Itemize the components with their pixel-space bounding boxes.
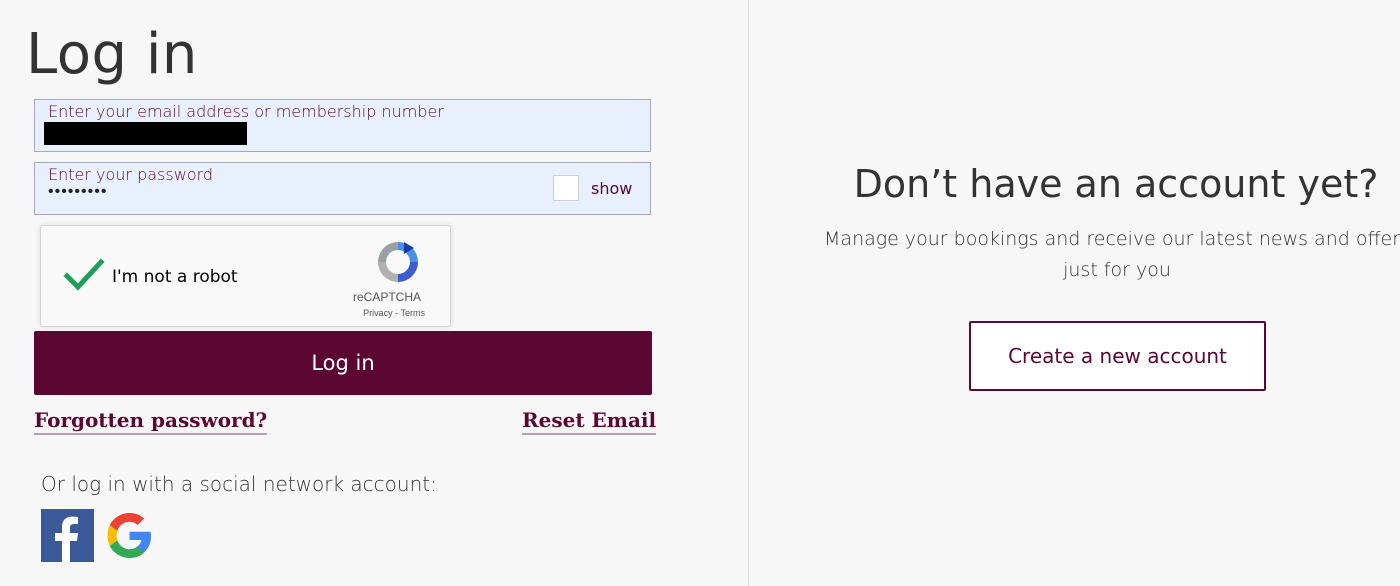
email-redacted-value (44, 122, 247, 145)
password-field[interactable]: Enter your password ••••••••• show (34, 162, 651, 215)
forgot-password-link[interactable]: Forgotten password? (34, 408, 268, 435)
create-account-button[interactable]: Create a new account (969, 321, 1266, 391)
password-field-label: Enter your password (48, 165, 214, 184)
recaptcha-link-separator: - (392, 308, 401, 318)
signup-panel: Don’t have an account yet? Manage your b… (749, 0, 1400, 586)
show-password-label[interactable]: show (591, 179, 632, 198)
recaptcha-widget: I'm not a robot reCAPTCHA Privacy - Term… (40, 225, 451, 327)
login-panel: Log in Enter your email address or membe… (0, 0, 748, 586)
facebook-icon[interactable] (41, 509, 94, 562)
recaptcha-label: I'm not a robot (112, 267, 238, 287)
email-field[interactable]: Enter your email address or membership n… (34, 99, 651, 152)
show-password-checkbox[interactable] (553, 175, 579, 201)
google-icon[interactable] (103, 509, 156, 562)
signup-subtext: Manage your bookings and receive our lat… (824, 228, 1400, 281)
recaptcha-privacy-link[interactable]: Privacy (363, 308, 393, 318)
recaptcha-terms-link[interactable]: Terms (401, 308, 426, 318)
password-value: ••••••••• (48, 183, 108, 200)
email-field-label: Enter your email address or membership n… (48, 102, 444, 121)
recaptcha-brand: reCAPTCHA (352, 290, 421, 304)
reset-email-link[interactable]: Reset Email (522, 408, 657, 435)
page-title: Log in (26, 22, 198, 87)
signup-heading: Don’t have an account yet? (853, 162, 1379, 206)
login-button[interactable]: Log in (34, 331, 652, 395)
social-login-heading: Or log in with a social network account: (41, 472, 437, 496)
recaptcha-logo-icon (378, 242, 418, 282)
recaptcha-links: Privacy - Terms (41, 308, 425, 318)
